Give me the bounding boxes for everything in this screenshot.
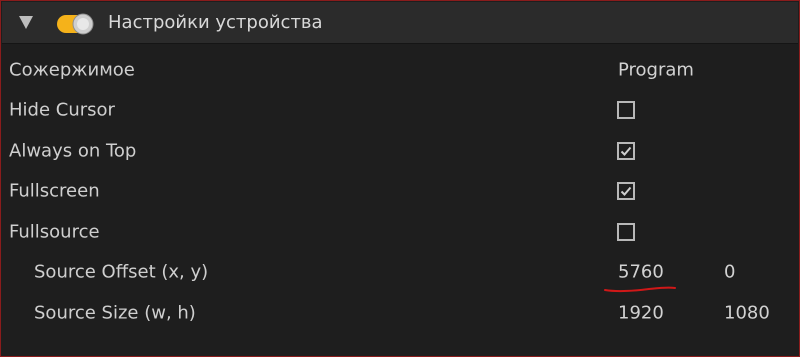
toggle-icon[interactable] <box>56 13 96 35</box>
fullsource-label: Fullsource <box>9 221 100 243</box>
triangle-down-icon[interactable] <box>19 16 33 29</box>
always-on-top-checkbox[interactable] <box>617 142 635 160</box>
panel-header[interactable]: Настройки устройства <box>2 2 798 44</box>
hide-cursor-label: Hide Cursor <box>9 99 115 121</box>
source-size-h-field[interactable]: 1080 <box>724 303 770 324</box>
fullscreen-checkbox[interactable] <box>617 182 635 200</box>
always-on-top-row: Always on Top <box>1 131 797 171</box>
source-offset-x-field[interactable]: 5760 <box>618 262 664 283</box>
program-column-label: Program <box>618 59 694 81</box>
source-size-label: Source Size (w, h) <box>34 302 196 324</box>
checkmark-icon <box>620 146 632 156</box>
content-column-label: Сожержимое <box>9 59 135 81</box>
fullsource-row: Fullsource <box>1 212 797 252</box>
panel-title: Настройки устройства <box>108 12 323 33</box>
source-offset-y-field[interactable]: 0 <box>724 262 735 283</box>
red-underline-annotation <box>604 286 676 293</box>
checkmark-icon <box>620 186 632 196</box>
column-header-row: Сожержимое Program <box>1 50 797 90</box>
fullsource-checkbox[interactable] <box>617 223 635 241</box>
source-size-w-field[interactable]: 1920 <box>618 303 664 324</box>
fullscreen-label: Fullscreen <box>9 180 100 202</box>
hide-cursor-checkbox[interactable] <box>617 101 635 119</box>
source-size-row: Source Size (w, h) 1920 1080 <box>1 293 797 333</box>
always-on-top-label: Always on Top <box>9 140 137 162</box>
hide-cursor-row: Hide Cursor <box>1 90 797 130</box>
source-offset-label: Source Offset (x, y) <box>34 261 209 283</box>
device-settings-panel: Настройки устройства Сожержимое Program … <box>0 0 800 357</box>
fullscreen-row: Fullscreen <box>1 171 797 211</box>
